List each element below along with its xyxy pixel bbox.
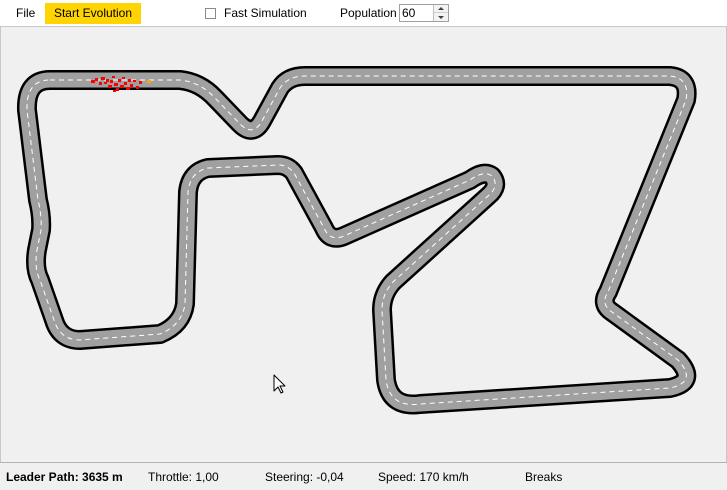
car (130, 84, 133, 87)
car (118, 79, 121, 82)
car (106, 79, 109, 82)
car (128, 79, 131, 82)
mouse-cursor-icon (273, 374, 286, 394)
throttle-status: Throttle: 1,00 (148, 470, 219, 484)
car (91, 80, 95, 83)
car (133, 80, 136, 82)
simulation-canvas[interactable] (0, 26, 727, 462)
car (99, 82, 102, 85)
leader-car (147, 80, 151, 83)
car (114, 83, 118, 86)
race-track-view (0, 0, 727, 490)
leader-path-status: Leader Path: 3635 m (6, 470, 123, 484)
car (120, 85, 124, 88)
car (95, 78, 98, 81)
car (112, 76, 115, 78)
car (124, 82, 127, 85)
speed-status: Speed: 170 km/h (378, 470, 469, 484)
car (126, 87, 130, 90)
car (104, 82, 107, 84)
status-bar: Leader Path: 3635 m Throttle: 1,00 Steer… (0, 462, 727, 490)
breaks-status: Breaks (525, 470, 563, 484)
car (110, 80, 113, 83)
car (139, 81, 142, 84)
car (116, 88, 119, 91)
steering-status: Steering: -0,04 (265, 470, 344, 484)
car (136, 86, 139, 89)
car (113, 90, 116, 92)
car (108, 85, 112, 88)
car (122, 77, 125, 79)
car (101, 77, 105, 80)
race-track (27, 76, 687, 405)
